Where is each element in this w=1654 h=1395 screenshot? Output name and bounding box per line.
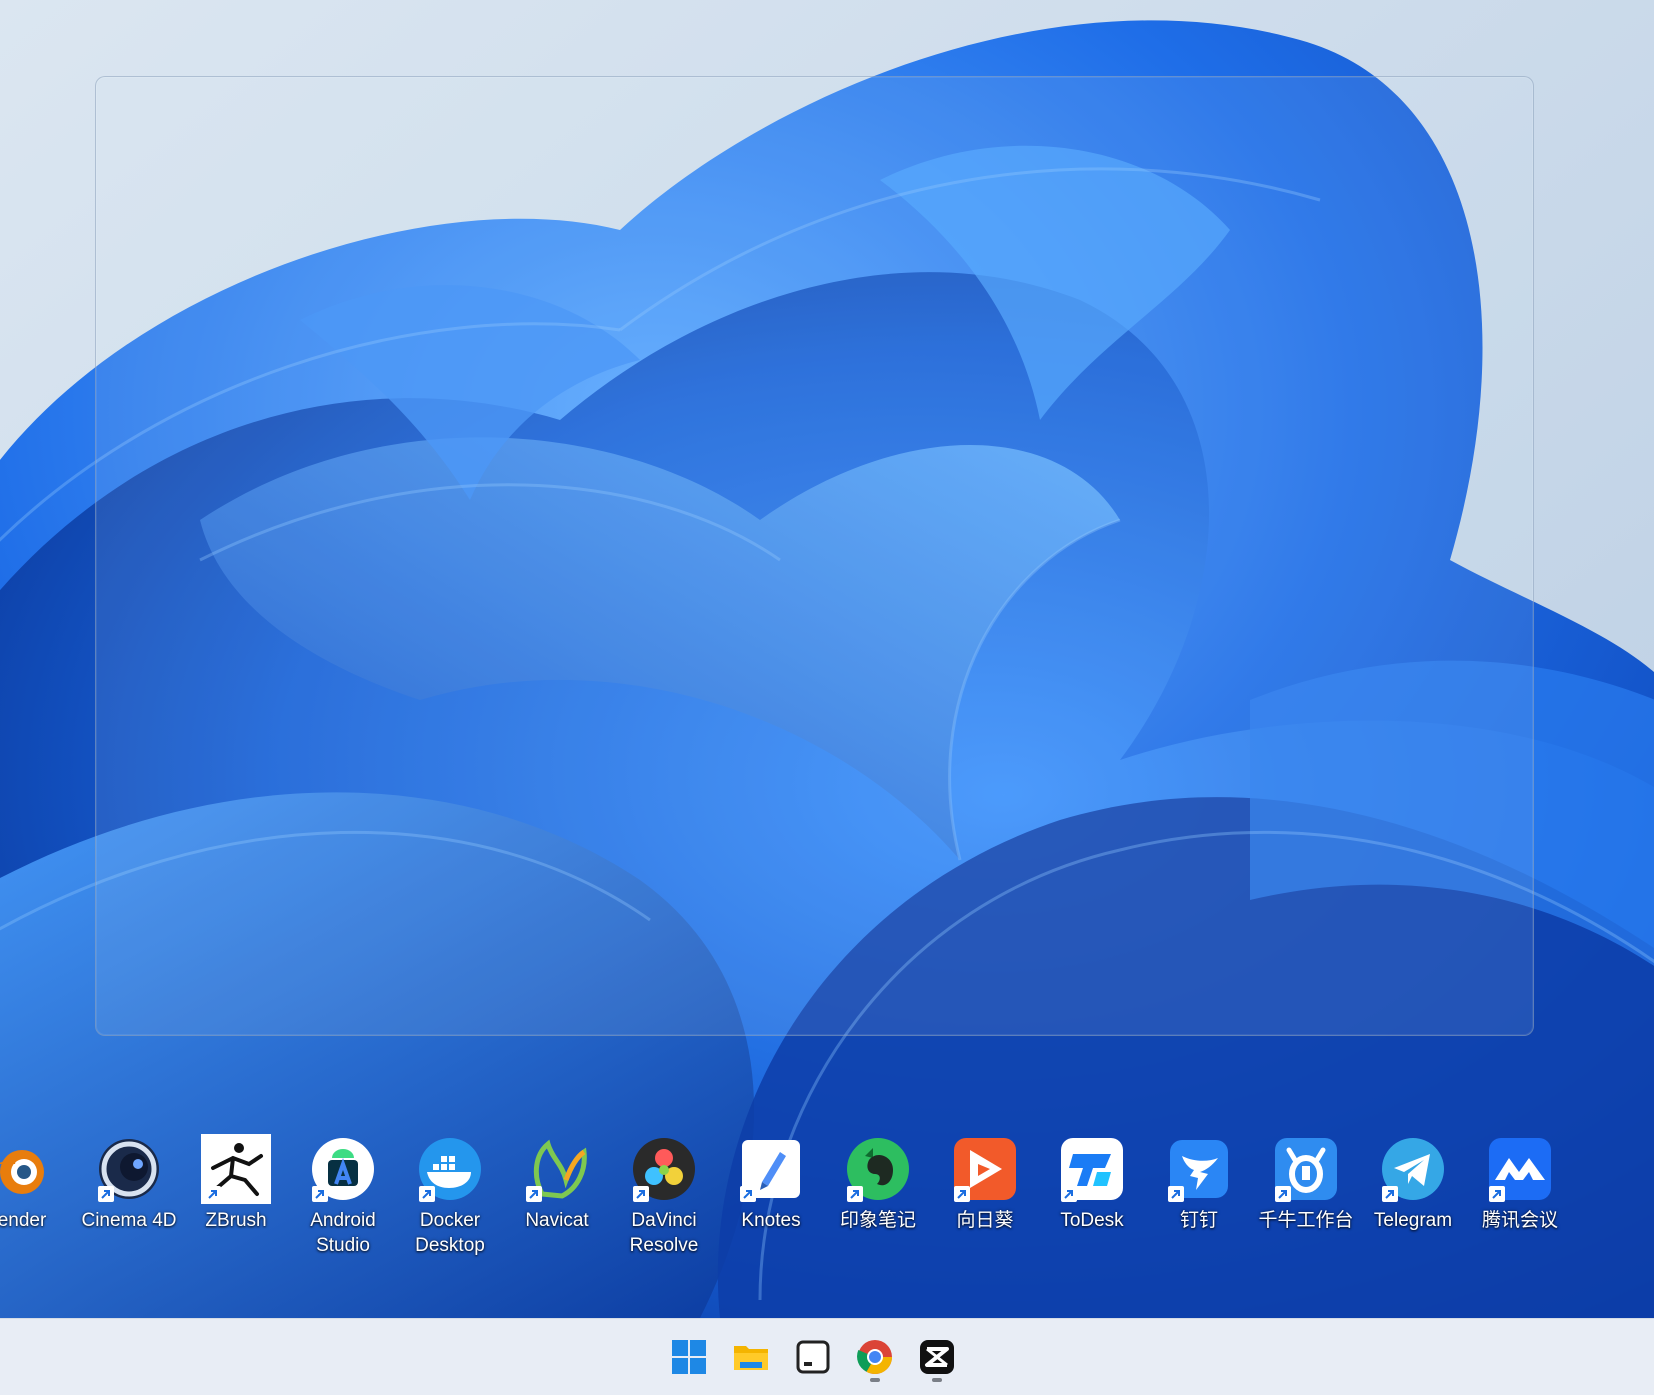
desktop-icon-label: 千牛工作台 (1258, 1210, 1354, 1231)
running-indicator (870, 1378, 880, 1382)
start-button[interactable] (664, 1332, 714, 1382)
desktop-icon-davinci-resolve[interactable]: DaVinci Resolve (608, 1130, 720, 1258)
desktop-icon-cinema4d[interactable]: Cinema 4D (73, 1130, 185, 1233)
dingtalk-icon (1164, 1134, 1234, 1204)
shortcut-arrow-icon (847, 1186, 863, 1202)
shortcut-arrow-icon (205, 1186, 221, 1202)
knotes-icon (736, 1134, 806, 1204)
shortcut-arrow-icon (1489, 1186, 1505, 1202)
desktop-icon-knotes[interactable]: Knotes (715, 1130, 827, 1233)
android-studio-icon (308, 1134, 378, 1204)
desktop-icon-android-studio[interactable]: Android Studio (287, 1130, 399, 1258)
desktop-icon-label: ender (0, 1210, 47, 1231)
capcut-icon (920, 1340, 954, 1374)
qianniu-icon (1271, 1134, 1341, 1204)
telegram-icon (1378, 1134, 1448, 1204)
desktop-icon-label: Knotes (741, 1210, 801, 1231)
shortcut-arrow-icon (1168, 1186, 1184, 1202)
shortcut-arrow-icon (740, 1186, 756, 1202)
desktop-icon-qianniu[interactable]: 千牛工作台 (1250, 1130, 1362, 1233)
desktop-icon-label: Cinema 4D (81, 1210, 177, 1231)
desktop-icon-label: ToDesk (1060, 1210, 1124, 1231)
navicat-icon (522, 1134, 592, 1204)
start-icon (672, 1340, 706, 1374)
desktop-icon-label: Telegram (1373, 1210, 1453, 1231)
zbrush-icon (201, 1134, 271, 1204)
shortcut-arrow-icon (312, 1186, 328, 1202)
chrome-icon (857, 1340, 892, 1374)
shortcut-arrow-icon (954, 1186, 970, 1202)
desktop-icon-label: Navicat (525, 1210, 589, 1231)
desktop-icon-navicat[interactable]: Navicat (501, 1130, 613, 1233)
blender-icon (0, 1134, 57, 1204)
desktop-icon-label: 钉钉 (1179, 1210, 1218, 1231)
shortcut-arrow-icon (1382, 1186, 1398, 1202)
desktop-icon-evernote[interactable]: 印象笔记 (822, 1130, 934, 1233)
capcut-button[interactable] (912, 1332, 962, 1382)
desktop-icon-docker[interactable]: Docker Desktop (394, 1130, 506, 1258)
file-explorer-icon (734, 1346, 768, 1370)
shortcut-arrow-icon (633, 1186, 649, 1202)
desktop: ender Cinema 4D ZBrush Android Studio Do… (0, 0, 1654, 1318)
docker-icon (415, 1134, 485, 1204)
desktop-icon-label: 印象笔记 (839, 1210, 916, 1231)
desktop-icon-label: Docker Desktop (415, 1210, 485, 1256)
shortcut-arrow-icon (526, 1186, 542, 1202)
desktop-icon-tencent-meeting[interactable]: 腾讯会议 (1464, 1130, 1576, 1233)
desktop-icon-zbrush[interactable]: ZBrush (180, 1130, 292, 1233)
running-indicator (932, 1378, 942, 1382)
desktop-icon-todesk[interactable]: ToDesk (1036, 1130, 1148, 1233)
desktop-icon-label: DaVinci Resolve (629, 1210, 699, 1256)
terminal-icon (796, 1340, 830, 1374)
file-explorer-button[interactable] (726, 1332, 776, 1382)
evernote-icon (843, 1134, 913, 1204)
shortcut-arrow-icon (98, 1186, 114, 1202)
desktop-icon-telegram[interactable]: Telegram (1357, 1130, 1469, 1233)
desktop-icon-row: ender Cinema 4D ZBrush Android Studio Do… (0, 1130, 1654, 1270)
desktop-icon-blender[interactable]: ender (0, 1130, 78, 1233)
shortcut-arrow-icon (419, 1186, 435, 1202)
desktop-icon-label: 向日葵 (956, 1210, 1014, 1231)
sunlogin-icon (950, 1134, 1020, 1204)
shortcut-arrow-icon (1061, 1186, 1077, 1202)
desktop-icon-dingtalk[interactable]: 钉钉 (1143, 1130, 1255, 1233)
terminal-button[interactable] (788, 1332, 838, 1382)
desktop-icon-label: 腾讯会议 (1481, 1210, 1558, 1231)
tencent-meeting-icon (1485, 1134, 1555, 1204)
taskbar (0, 1318, 1654, 1395)
todesk-icon (1057, 1134, 1127, 1204)
desktop-icon-label: ZBrush (205, 1210, 267, 1231)
selection-rectangle (95, 76, 1534, 1036)
davinci-resolve-icon (629, 1134, 699, 1204)
chrome-button[interactable] (850, 1332, 900, 1382)
cinema4d-icon (94, 1134, 164, 1204)
desktop-icon-label: Android Studio (310, 1210, 376, 1256)
desktop-icon-sunlogin[interactable]: 向日葵 (929, 1130, 1041, 1233)
shortcut-arrow-icon (1275, 1186, 1291, 1202)
